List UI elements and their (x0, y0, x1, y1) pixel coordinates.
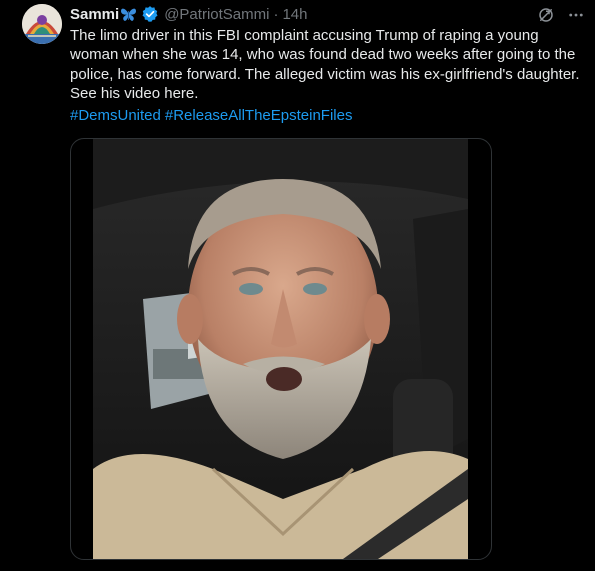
author-name[interactable]: Sammi (70, 6, 119, 23)
separator-dot: · (273, 5, 279, 23)
butterfly-icon (120, 7, 137, 22)
video-thumbnail[interactable] (93, 139, 468, 559)
tweet-text: The limo driver in this FBI complaint ac… (70, 27, 580, 103)
tweet[interactable]: Sammi @PatriotSammi · 14h The limo drive… (0, 0, 595, 571)
author-handle[interactable]: @PatriotSammi (164, 6, 269, 23)
timestamp[interactable]: 14h (282, 6, 307, 23)
tweet-header: Sammi @PatriotSammi · 14h (70, 4, 307, 24)
hashtags: #DemsUnited #ReleaseAllTheEpsteinFiles (70, 107, 356, 124)
media-container[interactable] (70, 138, 492, 560)
avatar[interactable] (22, 4, 62, 44)
hashtag-link[interactable]: #ReleaseAllTheEpsteinFiles (165, 107, 353, 124)
verified-badge-icon[interactable] (141, 5, 159, 23)
hashtag-link[interactable]: #DemsUnited (70, 107, 161, 124)
